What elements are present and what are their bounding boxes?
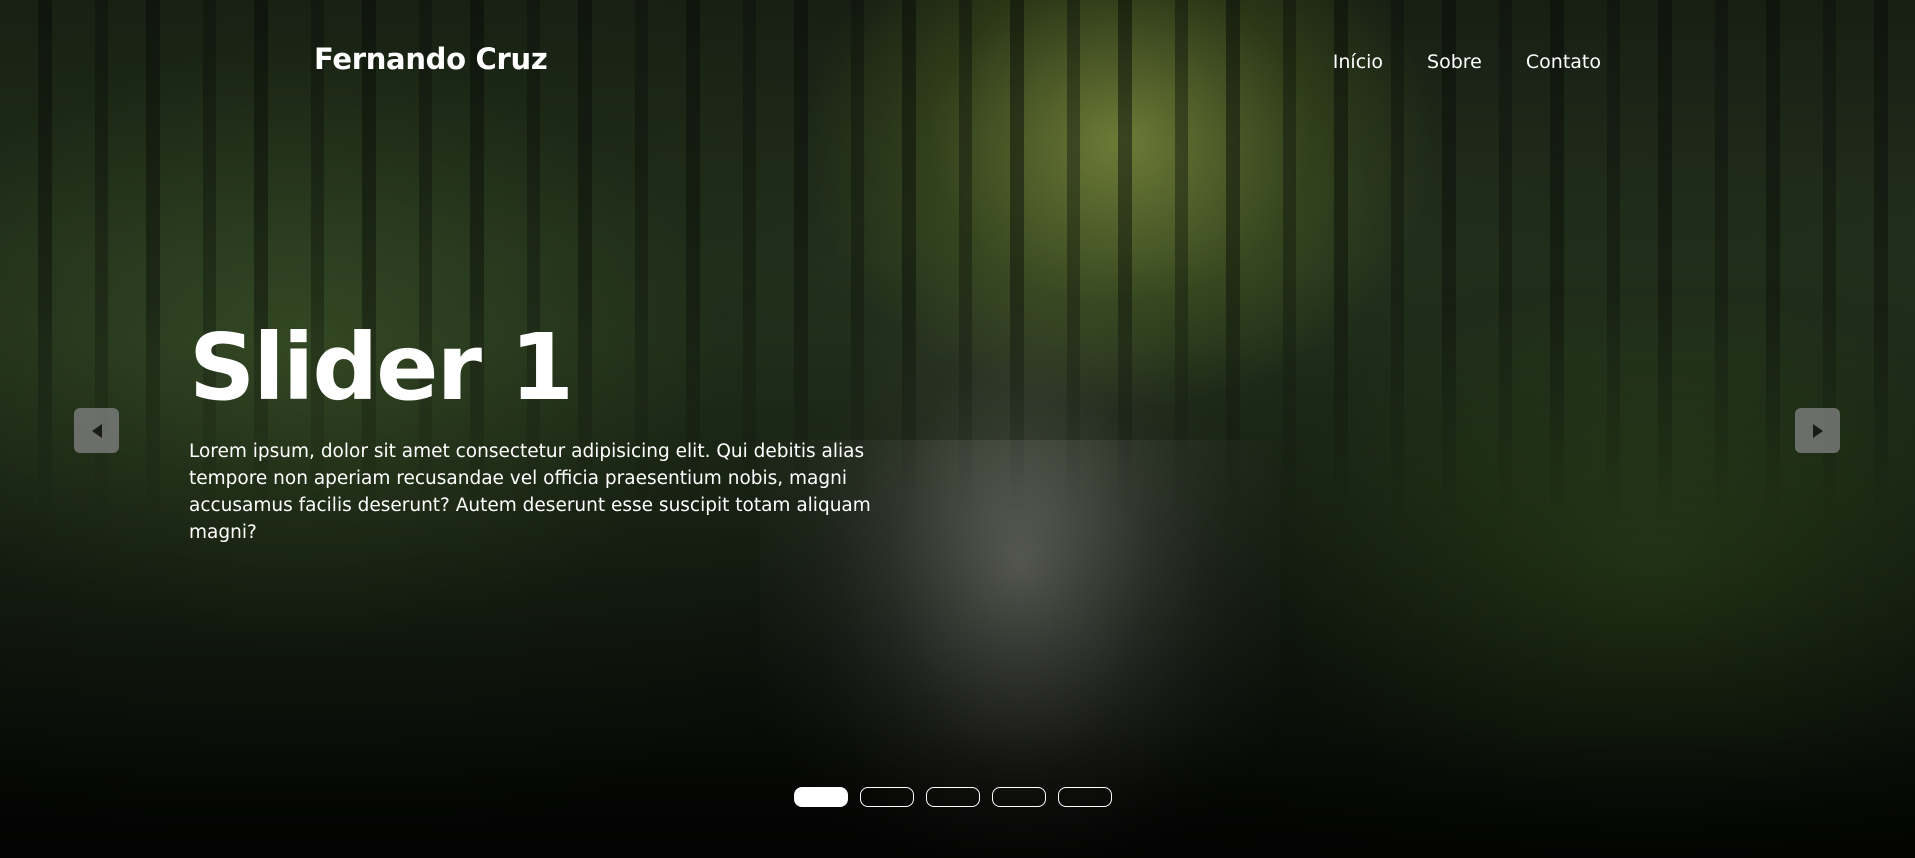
brand-logo[interactable]: Fernando Cruz bbox=[314, 42, 548, 76]
pagination-dot-4[interactable] bbox=[992, 787, 1046, 807]
slide-title: Slider 1 bbox=[189, 314, 574, 421]
hero-slider: Fernando Cruz Início Sobre Contato Slide… bbox=[0, 0, 1915, 858]
nav-menu: Início Sobre Contato bbox=[1333, 51, 1601, 73]
slide-description: Lorem ipsum, dolor sit amet consectetur … bbox=[189, 441, 871, 543]
pagination-dot-1[interactable] bbox=[794, 787, 848, 807]
triangle-right-icon bbox=[1812, 423, 1823, 438]
navbar: Fernando Cruz Início Sobre Contato bbox=[0, 0, 1915, 126]
pagination-dot-2[interactable] bbox=[860, 787, 914, 807]
pagination-dot-5[interactable] bbox=[1058, 787, 1112, 807]
nav-link-sobre[interactable]: Sobre bbox=[1427, 51, 1482, 73]
triangle-left-icon bbox=[91, 423, 102, 438]
prev-slide-button[interactable] bbox=[74, 408, 119, 453]
slide-content: Slider 1 Lorem ipsum, dolor sit amet con… bbox=[189, 318, 879, 546]
next-slide-button[interactable] bbox=[1795, 408, 1840, 453]
nav-link-inicio[interactable]: Início bbox=[1333, 51, 1383, 73]
nav-link-contato[interactable]: Contato bbox=[1526, 51, 1601, 73]
pagination-dot-3[interactable] bbox=[926, 787, 980, 807]
slider-pagination bbox=[794, 787, 1112, 807]
